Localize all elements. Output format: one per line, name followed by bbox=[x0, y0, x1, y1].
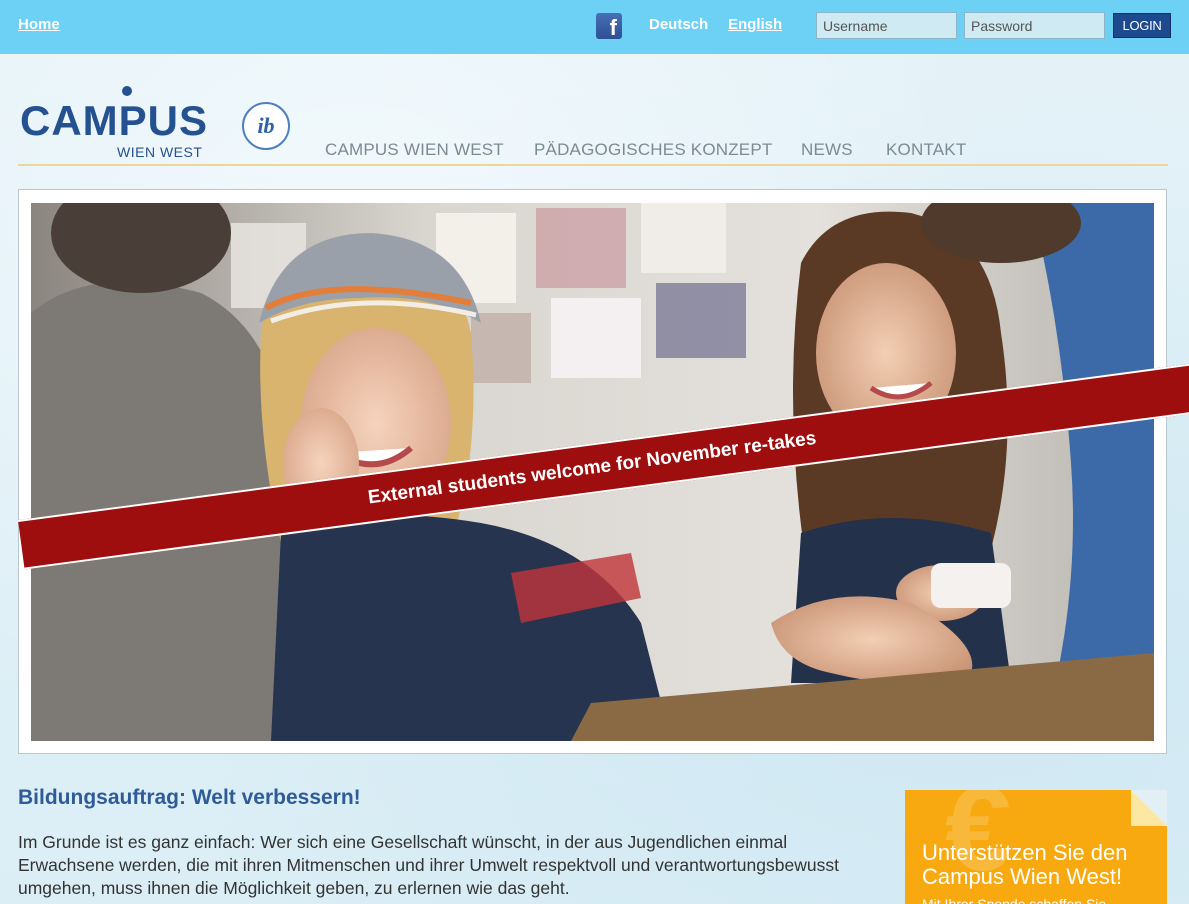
donate-title: Unterstützen Sie den Campus Wien West! bbox=[922, 840, 1128, 889]
password-input[interactable] bbox=[964, 12, 1105, 39]
language-deutsch-link[interactable]: Deutsch bbox=[649, 16, 708, 33]
ib-logo: ib bbox=[242, 102, 290, 150]
donate-corner-fold bbox=[1131, 790, 1167, 826]
logo-figure-icon bbox=[122, 86, 132, 96]
nav-item-kontakt[interactable]: KONTAKT bbox=[886, 140, 966, 160]
language-english-link[interactable]: English bbox=[728, 16, 782, 33]
content-title: Bildungsauftrag: Welt verbessern! bbox=[18, 786, 361, 809]
home-link[interactable]: Home bbox=[18, 16, 60, 33]
logo-subtitle: WIEN WEST bbox=[117, 144, 203, 160]
campus-logo[interactable]: CAMPUS WIEN WEST bbox=[20, 86, 210, 166]
header-divider bbox=[18, 164, 1168, 166]
nav-item-paedagogisches-konzept[interactable]: PÄDAGOGISCHES KONZEPT bbox=[534, 140, 772, 160]
username-input[interactable] bbox=[816, 12, 957, 39]
nav-item-campus-wien-west[interactable]: CAMPUS WIEN WEST bbox=[325, 140, 504, 160]
nav-item-news[interactable]: NEWS bbox=[801, 140, 853, 160]
donate-subtitle: Mit Ihrer Spende schaffen Sie bbox=[922, 896, 1107, 904]
donate-box[interactable]: € Unterstützen Sie den Campus Wien West!… bbox=[905, 790, 1167, 904]
logo-text: CAMPUS bbox=[20, 97, 209, 144]
login-button[interactable]: LOGIN bbox=[1113, 13, 1171, 38]
content-paragraph: Im Grunde ist es ganz einfach: Wer sich … bbox=[18, 832, 839, 898]
top-bar: Home f Deutsch English LOGIN bbox=[0, 0, 1189, 54]
facebook-icon[interactable]: f bbox=[596, 13, 622, 39]
